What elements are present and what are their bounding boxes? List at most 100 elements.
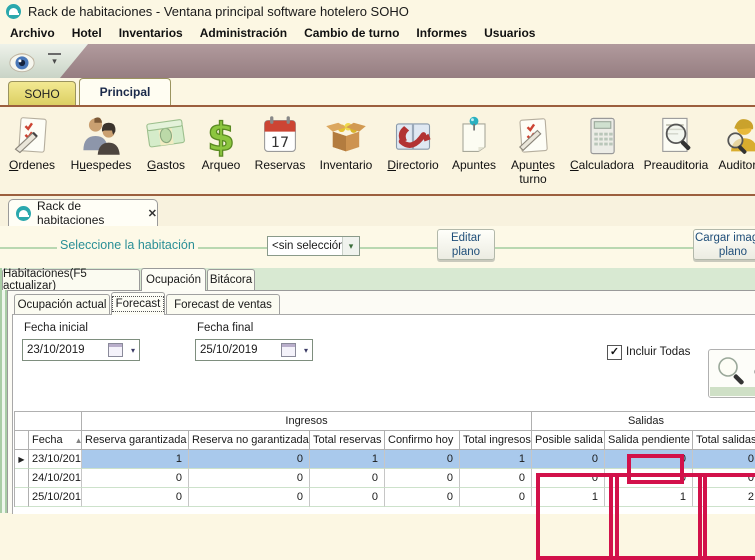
cell[interactable]: 0 [310, 488, 385, 507]
cell[interactable]: 0 [189, 488, 310, 507]
cell[interactable]: 0 [460, 469, 532, 488]
ribbon-gastos[interactable]: Gastos [138, 114, 194, 172]
cell[interactable]: 0 [460, 488, 532, 507]
row-marker[interactable]: ▶ [15, 450, 29, 469]
tab-ocupacion-actual[interactable]: Ocupación actual [14, 294, 110, 315]
cell-fecha[interactable]: 25/10/2019 [29, 488, 82, 507]
tab-principal[interactable]: Principal [79, 78, 171, 105]
cell[interactable]: 0 [82, 469, 189, 488]
tab-soho[interactable]: SOHO [8, 81, 76, 105]
cell-fecha[interactable]: 23/10/2019 [29, 450, 82, 469]
magnifier-icon [715, 355, 747, 387]
header-total-reservas[interactable]: Total reservas [310, 431, 385, 450]
load-plan-image-button[interactable]: Cargar imagen plano [693, 229, 755, 260]
forecast-page: Fecha inicial 23/10/2019 ▾ Fecha final 2… [12, 314, 755, 514]
calendar-icon: 17 [258, 114, 302, 158]
start-date-value: 23/10/2019 [23, 344, 108, 356]
auditor-icon [720, 114, 755, 158]
menu-cambio-de-turno[interactable]: Cambio de turno [304, 26, 399, 40]
ribbon-reservas[interactable]: 17 Reservas [248, 114, 312, 172]
calendar-icon [281, 343, 296, 357]
chevron-down-icon[interactable]: ▾ [48, 53, 61, 68]
cell[interactable]: 0 [693, 450, 755, 469]
cell[interactable]: 1 [310, 450, 385, 469]
menu-informes[interactable]: Informes [416, 26, 467, 40]
phone-book-icon [391, 114, 435, 158]
ribbon-preauditoria[interactable]: Preauditoria [640, 114, 712, 172]
row-marker[interactable] [15, 469, 29, 488]
start-date-field[interactable]: 23/10/2019 ▾ [22, 339, 140, 361]
svg-text:17: 17 [271, 135, 289, 151]
include-all-label: Incluir Todas [626, 346, 690, 358]
menu-inventarios[interactable]: Inventarios [119, 26, 183, 40]
tab-ocupacion[interactable]: Ocupación [141, 268, 206, 291]
annotation-box-posible-salida [536, 473, 619, 560]
app-icon [6, 4, 21, 19]
ribbon-apuntes[interactable]: Apuntes [446, 114, 502, 172]
header-salida-pendiente[interactable]: Salida pendiente [605, 431, 693, 450]
include-all-checkbox[interactable]: ✓ [607, 345, 622, 360]
end-date-label: Fecha final [197, 322, 253, 334]
header-total-salidas[interactable]: Total salidas [693, 431, 755, 450]
ribbon-toolbar: Ordenes Huespedes Gastos $ Arqueo [0, 105, 755, 196]
cell[interactable]: 0 [310, 469, 385, 488]
note-pen-icon [511, 114, 555, 158]
title-bar: Rack de habitaciones - Ventana principal… [0, 0, 755, 22]
cell[interactable]: 1 [460, 450, 532, 469]
menu-administracion[interactable]: Administración [200, 26, 287, 40]
header-posible-salida[interactable]: Posible salida [532, 431, 605, 450]
cell[interactable]: 0 [385, 450, 460, 469]
close-icon[interactable]: ✕ [148, 207, 157, 220]
header-selector [15, 431, 29, 450]
header-reserva-no-garantizada[interactable]: Reserva no garantizada [189, 431, 310, 450]
chevron-down-icon[interactable]: ▾ [342, 237, 359, 255]
chevron-down-icon[interactable]: ▾ [127, 346, 139, 355]
cell[interactable]: 1 [82, 450, 189, 469]
group-header-ingresos: Ingresos [82, 412, 532, 431]
note-pin-icon [452, 114, 496, 158]
menu-archivo[interactable]: Archivo [10, 26, 55, 40]
tab-bitacora[interactable]: Bitácora [207, 269, 255, 290]
cell[interactable]: 0 [189, 469, 310, 488]
header-confirmo-hoy[interactable]: Confirmo hoy [385, 431, 460, 450]
cell[interactable]: 0 [189, 450, 310, 469]
menu-hotel[interactable]: Hotel [72, 26, 102, 40]
ribbon-ordenes[interactable]: Ordenes [0, 114, 64, 172]
calendar-icon [108, 343, 123, 357]
ribbon-directorio[interactable]: Directorio [380, 114, 446, 172]
end-date-field[interactable]: 25/10/2019 ▾ [195, 339, 313, 361]
ribbon-apuntes-turno[interactable]: Apuntesturno [502, 114, 564, 186]
menu-usuarios[interactable]: Usuarios [484, 26, 535, 40]
header-reserva-garantizada[interactable]: Reserva garantizada [82, 431, 189, 450]
tab-forecast[interactable]: Forecast [111, 292, 165, 315]
tab-habitaciones[interactable]: Habitaciones(F5 actualizar) [2, 269, 140, 290]
cell-fecha[interactable]: 24/10/2019 [29, 469, 82, 488]
rack-page-area: Habitaciones(F5 actualizar) Ocupación Bi… [0, 268, 755, 513]
ribbon-arqueo[interactable]: $ Arqueo [194, 114, 248, 172]
ribbon-calculadora[interactable]: Calculadora [564, 114, 640, 172]
annotation-box-salida-pendiente [609, 473, 707, 560]
header-fecha[interactable]: Fecha▲ [29, 431, 82, 450]
edit-plan-button[interactable]: Editar plano [437, 229, 495, 260]
chevron-down-icon[interactable]: ▾ [300, 346, 312, 355]
box-icon [324, 114, 368, 158]
audit-doc-icon [654, 114, 698, 158]
row-marker[interactable] [15, 488, 29, 507]
cell[interactable]: 0 [385, 469, 460, 488]
cell[interactable]: 0 [532, 450, 605, 469]
search-button[interactable]: Consultar [708, 349, 755, 398]
ribbon-auditoria[interactable]: Auditoria [712, 114, 755, 172]
tab-rack-de-habitaciones[interactable]: Rack de habitaciones ✕ [8, 199, 158, 226]
tab-forecast-de-ventas[interactable]: Forecast de ventas [166, 294, 280, 315]
room-dropdown[interactable]: <sin selección> ▾ [267, 236, 360, 256]
cell[interactable]: 0 [82, 488, 189, 507]
ribbon-huespedes[interactable]: Huespedes [64, 114, 138, 172]
cell[interactable]: 0 [385, 488, 460, 507]
header-total-ingresos[interactable]: Total ingresos [460, 431, 532, 450]
annotation-box-total-salidas [698, 473, 755, 560]
button-accent [710, 387, 755, 396]
eye-icon[interactable] [7, 47, 37, 75]
document-tab-strip: Rack de habitaciones ✕ [0, 196, 755, 226]
ribbon-inventario[interactable]: Inventario [312, 114, 380, 172]
room-selector-label: Seleccione la habitación [57, 238, 198, 252]
